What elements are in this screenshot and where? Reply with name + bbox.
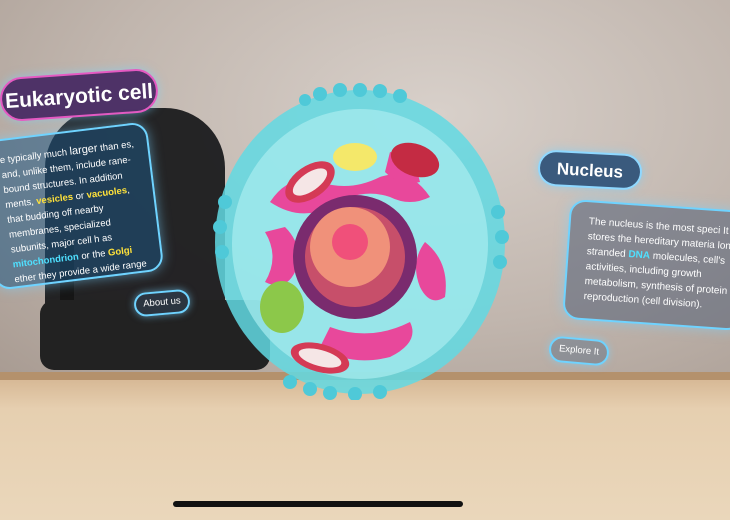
nucleus-title: Nucleus — [537, 149, 643, 191]
eukaryotic-text-part: larger — [68, 142, 99, 158]
explore-it-button[interactable]: Explore It — [547, 335, 611, 367]
eukaryotic-info-panel: e typically much larger than es, and, un… — [0, 121, 165, 291]
nucleus-text-part: molecules, cell's activities, including … — [583, 250, 728, 311]
nucleus-info-panel: The nucleus is the most speci It stores … — [562, 198, 730, 332]
eukaryotic-cell-title: Eukaryotic cell — [0, 67, 160, 123]
eukaryotic-info-text: e typically much larger than es, and, un… — [0, 137, 154, 291]
eukaryotic-text-part: vacuoles — [86, 185, 128, 201]
eukaryotic-cell-model[interactable] — [210, 82, 510, 400]
home-indicator[interactable] — [173, 501, 463, 507]
eukaryotic-text-part: vesicles — [35, 191, 74, 208]
eukaryotic-text-part: or the — [78, 247, 109, 263]
eukaryotic-text-part: or — [72, 190, 88, 203]
eukaryotic-text-part: Golgi — [107, 244, 133, 259]
nucleus-text-part: DNA — [627, 249, 651, 262]
nucleus-info-text: The nucleus is the most speci It stores … — [583, 214, 730, 314]
